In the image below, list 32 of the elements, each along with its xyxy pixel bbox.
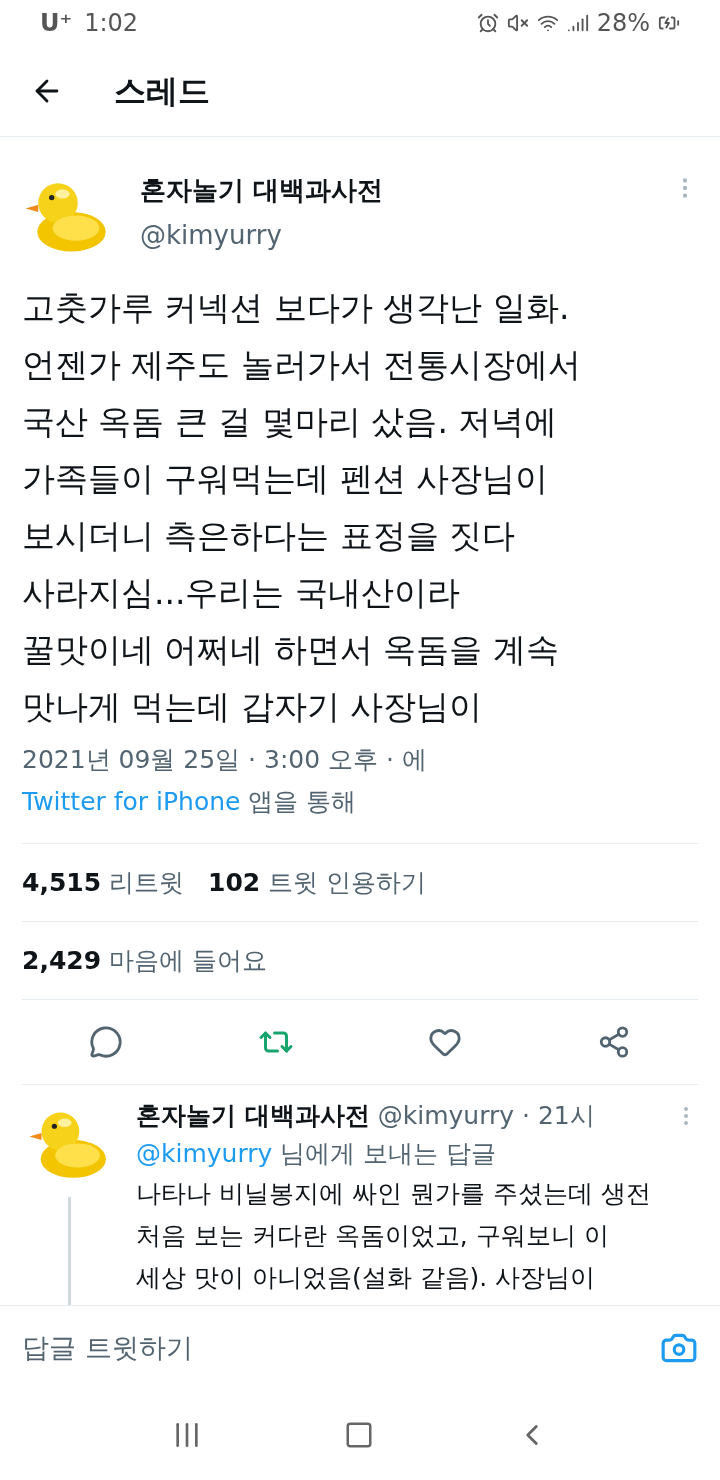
tweet-text-line: 고춧가루 커넥션 보다가 생각난 일화.: [22, 287, 571, 329]
stat-label[interactable]: 리트윗: [109, 863, 185, 902]
tweet-text-line: 꿀맛이네 어쩌네 하면서 옥돔을 계속: [22, 629, 560, 671]
stat-count: 4,515: [22, 866, 102, 899]
reply-icon[interactable]: [89, 1025, 124, 1059]
page-title: 스레드: [114, 70, 210, 112]
likes-label[interactable]: 마음에 들어요: [109, 941, 268, 980]
author-handle[interactable]: @kimyurry: [140, 216, 644, 255]
battery-percent: 28%: [596, 7, 650, 39]
reply-handle-time: @kimyurry · 21시: [377, 1100, 595, 1132]
reply-text-line: 나타나 비닐봉지에 싸인 뭔가를 주셨는데 생전: [136, 1177, 652, 1210]
tweet-text-line: 가족들이 구워먹는데 펜션 사장님이: [22, 458, 550, 500]
author-name[interactable]: 혼자놀기 대백과사전: [140, 171, 644, 210]
reply-author-name[interactable]: 혼자놀기 대백과사전: [136, 1097, 370, 1135]
tweet-text-line: 사라지심...우리는 국내산이라: [22, 572, 461, 614]
clock: 1:02: [84, 7, 139, 39]
home-icon[interactable]: [344, 1420, 374, 1450]
reply-text-line: 처음 보는 커다란 옥돔이었고, 구워보니 이: [136, 1219, 610, 1252]
tweet-text-line: 맛나게 먹는데 갑자기 사장님이: [22, 686, 484, 728]
tweet-text-line: 국산 옥돔 큰 걸 몇마리 샀음. 저녁에: [22, 401, 559, 443]
likes-count: 2,429: [22, 944, 102, 977]
source-suffix: 앱을 통해: [248, 786, 357, 818]
stat-label[interactable]: 트윗 인용하기: [268, 863, 427, 902]
carrier-label: U⁺: [40, 7, 73, 39]
tweet-text-line: 언젠가 제주도 놀러가서 전통시장에서: [22, 344, 583, 386]
stat-count: 102: [208, 866, 261, 899]
reply-text-line: 세상 맛이 아니었음(설화 같음). 사장님이: [136, 1261, 597, 1294]
tweet-text-line: 보시더니 측은하다는 표정을 짓다: [22, 515, 517, 557]
reply-input[interactable]: 답글 트윗하기: [22, 1327, 660, 1369]
alarm-icon: [476, 11, 499, 34]
tweet-date: 2021년 09월 25일 · 3:00 오후 · 에: [22, 744, 428, 776]
reply-context: 님에게 보내는 답글: [280, 1137, 497, 1170]
